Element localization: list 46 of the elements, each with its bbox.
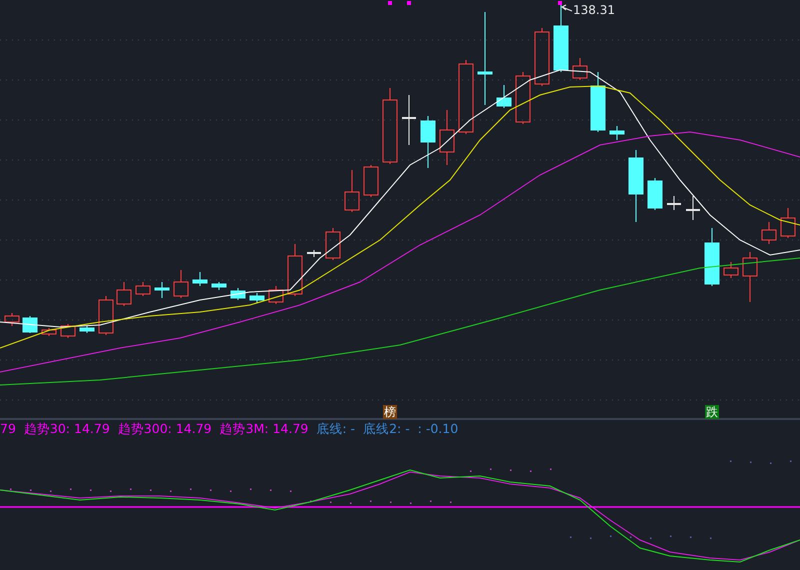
candlestick — [80, 326, 94, 334]
candlestick — [554, 4, 568, 72]
candlestick — [344, 170, 360, 212]
candlestick — [154, 282, 170, 298]
signal-badge: 跌 — [705, 405, 719, 419]
candlestick — [98, 296, 114, 336]
candlestick — [250, 292, 264, 304]
candlestick — [22, 316, 38, 334]
candlestick — [288, 244, 302, 296]
candlestick — [572, 58, 588, 80]
indicator-legend-item: 79 — [0, 420, 16, 438]
candlestick — [496, 84, 512, 108]
candlestick — [516, 72, 530, 124]
candlestick — [420, 116, 436, 168]
candlestick — [174, 270, 188, 298]
indicator-legend-item: 底线: - — [316, 420, 356, 438]
candlestick — [268, 286, 284, 304]
candlestick — [780, 208, 796, 238]
candlestick — [4, 312, 20, 326]
signal-badge: 榜 — [383, 405, 397, 419]
candlestick — [686, 196, 700, 220]
candlestick — [402, 94, 416, 146]
candlestick — [742, 252, 758, 302]
candlestick — [648, 178, 662, 210]
candlestick — [590, 72, 606, 132]
candlestick — [610, 126, 624, 140]
candlestick — [440, 110, 454, 166]
indicator-legend-item: 趋势30: 14.79 — [24, 420, 110, 438]
candlestick — [307, 250, 321, 258]
candlestick — [192, 272, 208, 286]
candlestick — [326, 228, 340, 260]
candlestick — [136, 282, 150, 296]
candlestick — [42, 328, 56, 336]
indicator-legend-item: 趋势3M: 14.79 — [220, 420, 308, 438]
candlestick — [364, 164, 378, 198]
indicator-legend-item: 底线2: - : -0.10 — [363, 420, 458, 438]
candlestick — [534, 28, 550, 86]
candlestick — [60, 324, 76, 338]
candlestick — [704, 228, 720, 286]
candlestick — [230, 288, 246, 300]
candlestick — [667, 196, 681, 210]
indicator-legend-item: 趋势300: 14.79 — [118, 420, 212, 438]
candlestick — [724, 262, 738, 278]
price-label: 138.31 — [573, 3, 615, 17]
candlestick — [762, 222, 776, 244]
candlestick — [116, 282, 132, 306]
